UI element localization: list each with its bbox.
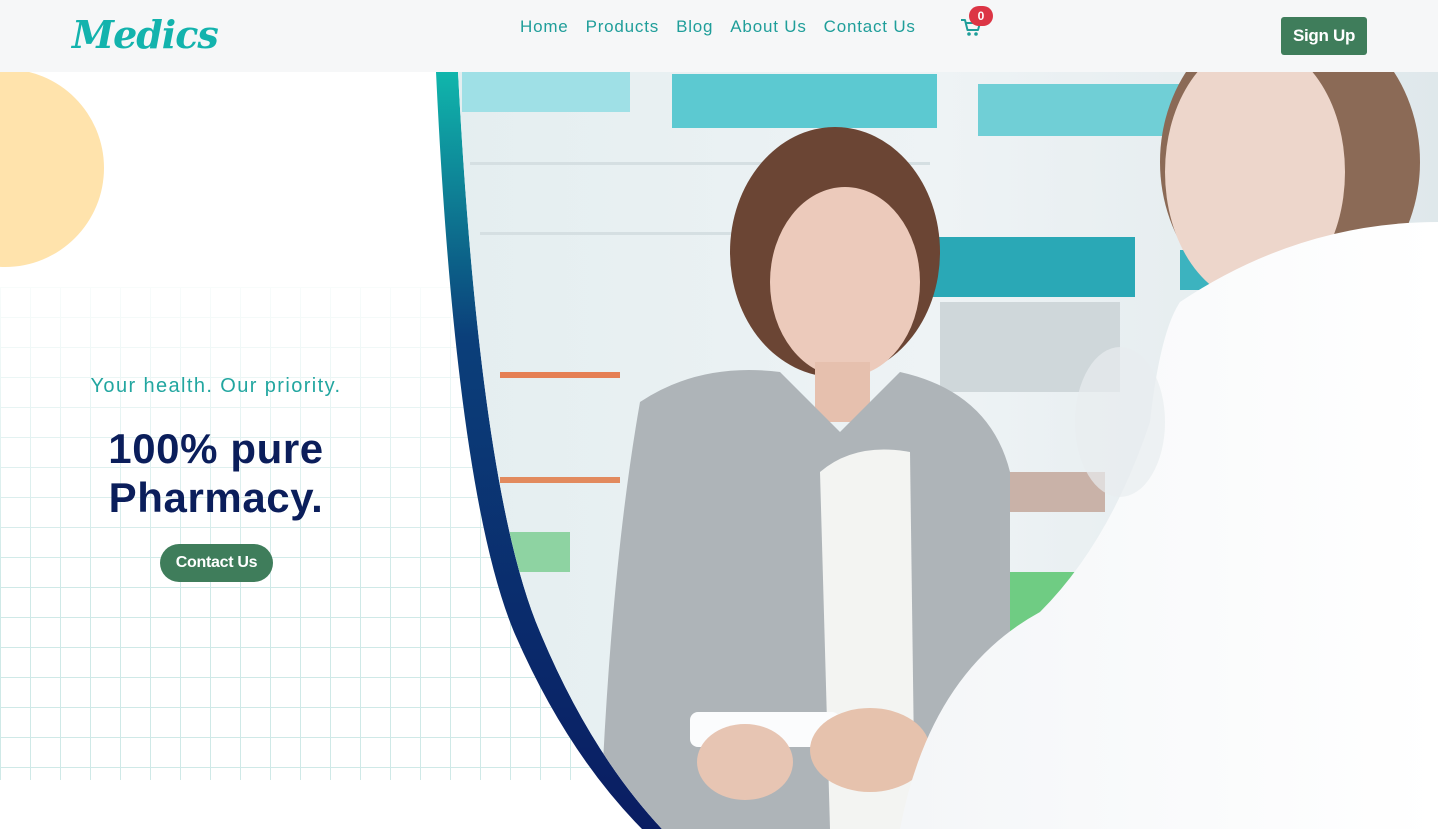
cart-count-badge: 0 xyxy=(969,6,993,26)
sign-up-button[interactable]: Sign Up xyxy=(1281,17,1367,55)
brand-logo[interactable]: Medics xyxy=(72,12,219,57)
nav-home[interactable]: Home xyxy=(520,17,569,37)
nav-blog[interactable]: Blog xyxy=(676,17,713,37)
pharmacy-photo xyxy=(458,72,1438,829)
hero-image xyxy=(0,72,1438,829)
nav-contact-us[interactable]: Contact Us xyxy=(824,17,916,37)
navbar: Medics Home Products Blog About Us Conta… xyxy=(0,0,1438,72)
hero-section: Your health. Our priority. 100% pure Pha… xyxy=(0,72,1438,829)
nav-about-us[interactable]: About Us xyxy=(730,17,806,37)
nav-products[interactable]: Products xyxy=(586,17,660,37)
main-nav: Home Products Blog About Us Contact Us xyxy=(520,17,933,37)
